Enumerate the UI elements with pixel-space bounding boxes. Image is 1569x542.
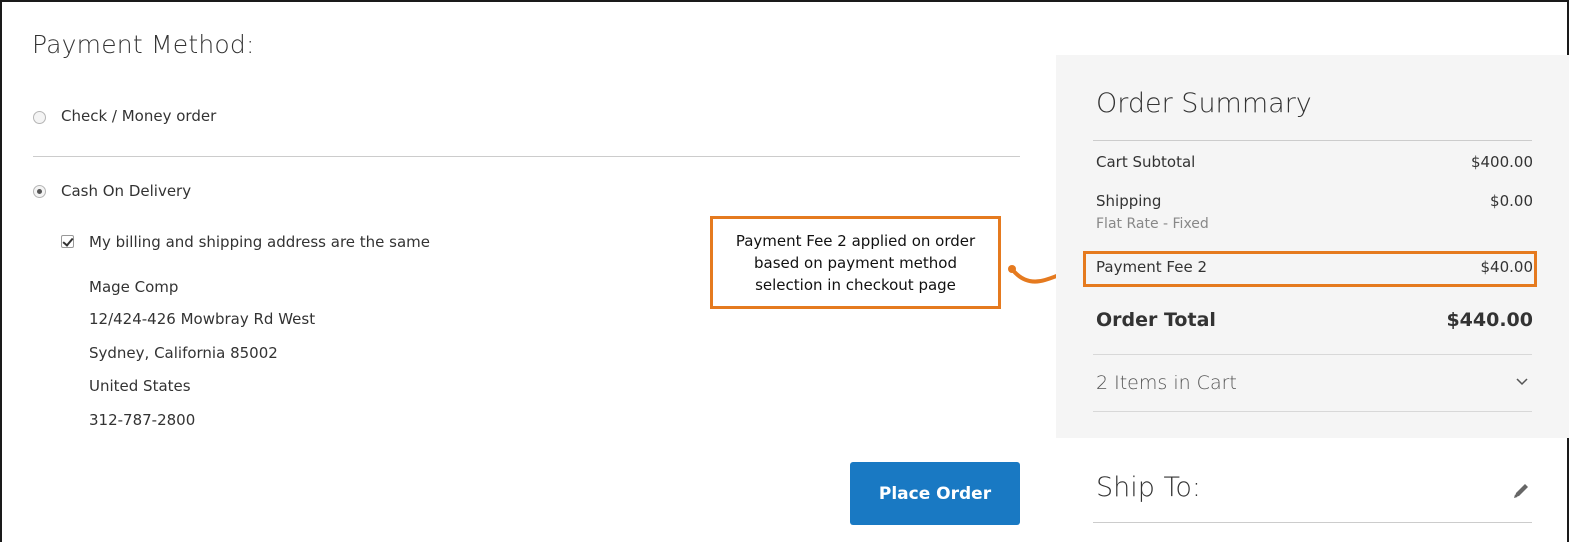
chevron-down-icon[interactable]: [1515, 374, 1529, 388]
pencil-icon[interactable]: [1511, 481, 1531, 501]
order-total-value: $440.00: [1446, 309, 1533, 331]
address-name: Mage Comp: [89, 278, 179, 296]
place-order-button[interactable]: Place Order: [850, 462, 1020, 525]
order-total-label: Order Total: [1096, 309, 1216, 331]
address-street: 12/424-426 Mowbray Rd West: [89, 310, 316, 328]
address-phone: 312-787-2800: [89, 411, 196, 429]
radio-cash-on-delivery[interactable]: [33, 185, 46, 198]
callout-line-1: Payment Fee 2 applied on order: [735, 231, 976, 250]
address-city: Sydney, California 85002: [89, 344, 278, 362]
same-address-checkbox[interactable]: [61, 235, 74, 248]
items-bottom-rule: [1093, 411, 1532, 412]
payment-fee-label: Payment Fee 2: [1096, 258, 1208, 276]
payment-fee-callout: Payment Fee 2 applied on order based on …: [710, 216, 1001, 309]
items-in-cart-toggle[interactable]: 2 Items in Cart: [1096, 372, 1237, 394]
order-summary-title: Order Summary: [1096, 88, 1312, 119]
callout-line-2: based on payment method: [753, 253, 957, 272]
cart-subtotal-value: $400.00: [1470, 153, 1533, 171]
payment-method-title: Payment Method:: [32, 30, 255, 59]
address-country: United States: [89, 377, 191, 395]
option-label-check-money-order[interactable]: Check / Money order: [61, 107, 216, 125]
items-top-rule: [1093, 354, 1532, 355]
ship-to-rule: [1093, 522, 1532, 523]
cart-subtotal-label: Cart Subtotal: [1096, 153, 1196, 171]
shipping-label: Shipping: [1096, 192, 1162, 210]
radio-check-money-order[interactable]: [33, 111, 46, 124]
same-address-label[interactable]: My billing and shipping address are the …: [89, 233, 430, 251]
payment-divider: [33, 156, 1020, 157]
ship-to-title: Ship To:: [1096, 472, 1201, 503]
shipping-value: $0.00: [1490, 192, 1533, 210]
summary-title-rule: [1093, 140, 1532, 141]
shipping-method: Flat Rate - Fixed: [1096, 216, 1209, 232]
payment-fee-value: $40.00: [1480, 258, 1534, 276]
option-label-cash-on-delivery[interactable]: Cash On Delivery: [61, 182, 191, 200]
callout-line-3: selection in checkout page: [755, 275, 956, 294]
